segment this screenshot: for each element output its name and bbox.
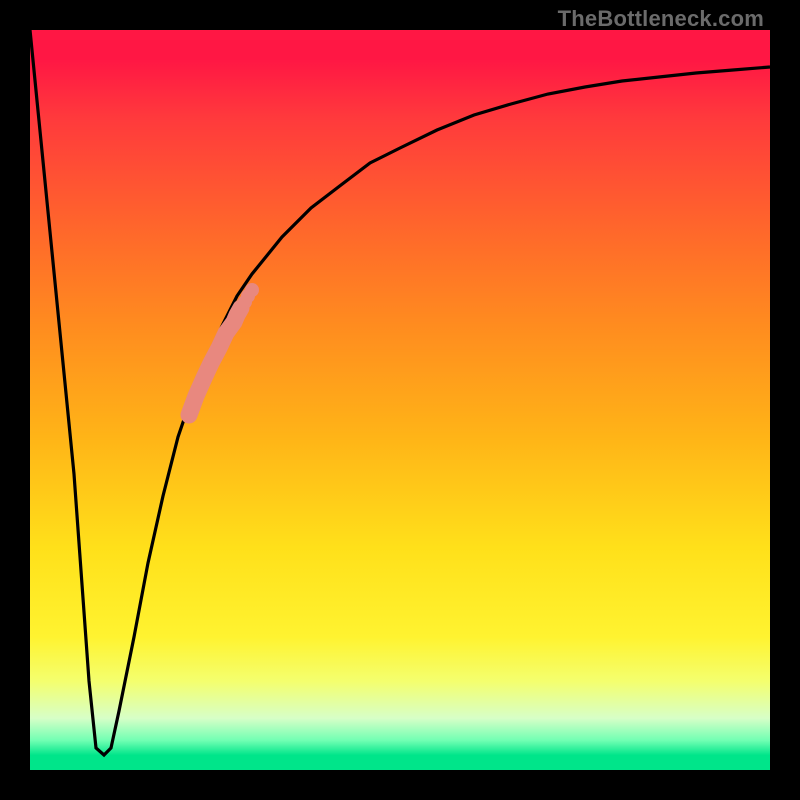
bottleneck-curve-path	[30, 30, 770, 755]
watermark-text: TheBottleneck.com	[558, 6, 764, 32]
highlight-dot	[245, 283, 259, 297]
highlight-segment-path	[189, 308, 241, 415]
chart-frame: TheBottleneck.com	[0, 0, 800, 800]
plot-area	[30, 30, 770, 770]
chart-svg	[30, 30, 770, 770]
